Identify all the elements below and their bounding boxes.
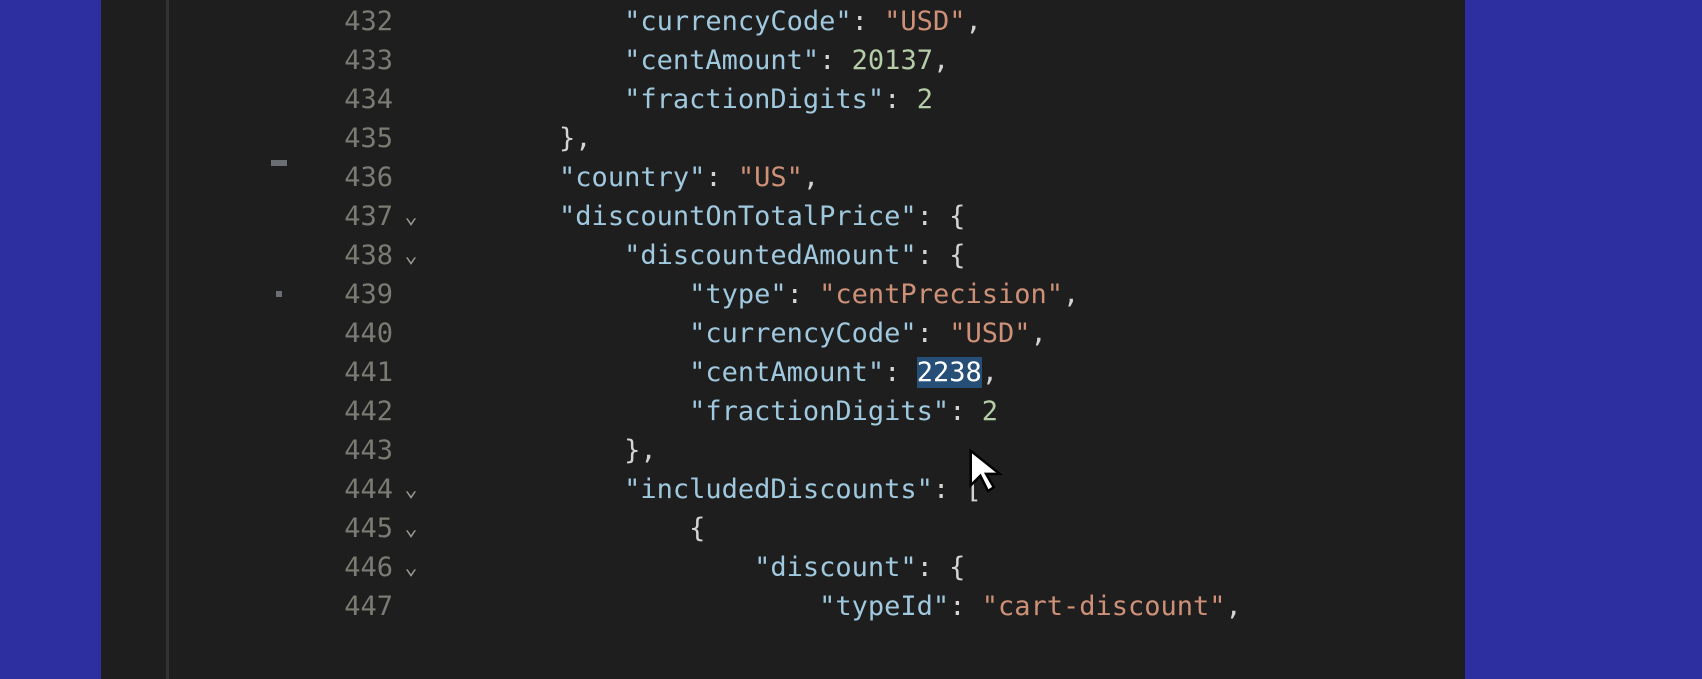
line-number: 447 bbox=[323, 587, 393, 626]
code-content[interactable]: "currencyCode": "USD", bbox=[429, 314, 1047, 353]
code-line[interactable]: 446⌄ "discount": { bbox=[101, 548, 1465, 587]
fold-chevron-icon[interactable]: ⌄ bbox=[401, 548, 421, 587]
code-editor-viewport: 432 "currencyCode": "USD",433 "centAmoun… bbox=[101, 0, 1465, 679]
code-line[interactable]: 441 "centAmount": 2238, bbox=[101, 353, 1465, 392]
line-number: 444 bbox=[323, 470, 393, 509]
line-number: 432 bbox=[323, 2, 393, 41]
line-number: 437 bbox=[323, 197, 393, 236]
code-line[interactable]: 437⌄ "discountOnTotalPrice": { bbox=[101, 197, 1465, 236]
code-area[interactable]: 432 "currencyCode": "USD",433 "centAmoun… bbox=[101, 0, 1465, 679]
modification-marker-icon bbox=[271, 160, 287, 166]
code-content[interactable]: "discountedAmount": { bbox=[429, 236, 965, 275]
line-number: 436 bbox=[323, 158, 393, 197]
code-line[interactable]: 436 "country": "US", bbox=[101, 158, 1465, 197]
code-content[interactable]: "typeId": "cart-discount", bbox=[429, 587, 1242, 626]
line-number: 433 bbox=[323, 41, 393, 80]
code-content[interactable]: "discount": { bbox=[429, 548, 965, 587]
code-content[interactable]: "fractionDigits": 2 bbox=[429, 392, 998, 431]
code-line[interactable]: 435 }, bbox=[101, 119, 1465, 158]
fold-chevron-icon[interactable]: ⌄ bbox=[401, 197, 421, 236]
line-number: 440 bbox=[323, 314, 393, 353]
line-number: 435 bbox=[323, 119, 393, 158]
fold-chevron-icon[interactable]: ⌄ bbox=[401, 236, 421, 275]
fold-chevron-icon[interactable]: ⌄ bbox=[401, 470, 421, 509]
line-number: 441 bbox=[323, 353, 393, 392]
selected-text[interactable]: 2238 bbox=[917, 357, 982, 388]
code-content[interactable]: "discountOnTotalPrice": { bbox=[429, 197, 965, 236]
code-line[interactable]: 439 "type": "centPrecision", bbox=[101, 275, 1465, 314]
code-content[interactable]: { bbox=[429, 509, 705, 548]
code-line[interactable]: 443 }, bbox=[101, 431, 1465, 470]
code-line[interactable]: 432 "currencyCode": "USD", bbox=[101, 2, 1465, 41]
code-line[interactable]: 433 "centAmount": 20137, bbox=[101, 41, 1465, 80]
line-number: 434 bbox=[323, 80, 393, 119]
code-content[interactable]: "currencyCode": "USD", bbox=[429, 2, 982, 41]
code-content[interactable]: "centAmount": 20137, bbox=[429, 41, 949, 80]
line-number: 445 bbox=[323, 509, 393, 548]
breakpoint-marker-icon bbox=[276, 291, 282, 297]
code-line[interactable]: 434 "fractionDigits": 2 bbox=[101, 80, 1465, 119]
code-content[interactable]: "fractionDigits": 2 bbox=[429, 80, 933, 119]
code-line[interactable]: 440 "currencyCode": "USD", bbox=[101, 314, 1465, 353]
code-content[interactable]: }, bbox=[429, 119, 592, 158]
line-number: 442 bbox=[323, 392, 393, 431]
code-line[interactable]: 438⌄ "discountedAmount": { bbox=[101, 236, 1465, 275]
line-number: 439 bbox=[323, 275, 393, 314]
line-number: 438 bbox=[323, 236, 393, 275]
code-line[interactable]: 447 "typeId": "cart-discount", bbox=[101, 587, 1465, 626]
fold-chevron-icon[interactable]: ⌄ bbox=[401, 509, 421, 548]
code-content[interactable]: }, bbox=[429, 431, 657, 470]
code-line[interactable]: 445⌄ { bbox=[101, 509, 1465, 548]
code-content[interactable]: "includedDiscounts": [ bbox=[429, 470, 982, 509]
line-number: 443 bbox=[323, 431, 393, 470]
code-content[interactable]: "type": "centPrecision", bbox=[429, 275, 1079, 314]
code-content[interactable]: "country": "US", bbox=[429, 158, 819, 197]
line-number: 446 bbox=[323, 548, 393, 587]
code-line[interactable]: 444⌄ "includedDiscounts": [ bbox=[101, 470, 1465, 509]
code-line[interactable]: 442 "fractionDigits": 2 bbox=[101, 392, 1465, 431]
code-content[interactable]: "centAmount": 2238, bbox=[429, 353, 998, 392]
